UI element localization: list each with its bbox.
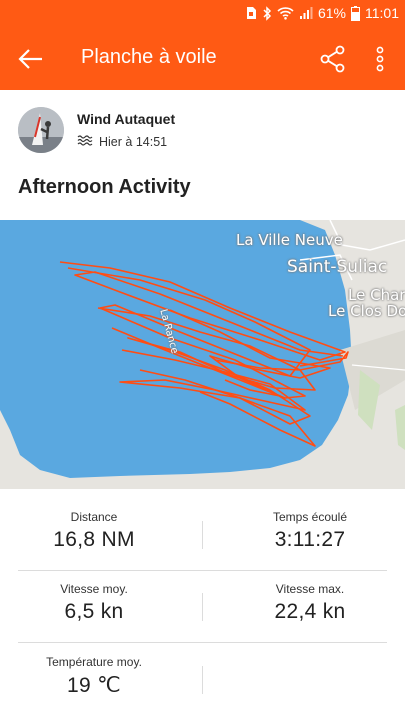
stat-value: 16,8 NM	[53, 528, 135, 551]
status-icons: 61% 11:01	[245, 5, 399, 21]
stat-label: Distance	[70, 510, 118, 524]
stat-value: 22,4 kn	[274, 600, 346, 623]
stats-panel: Distance 16,8 NM Temps écoulé 3:11:27 Vi…	[0, 489, 405, 720]
activity-header: Wind Autaquet Hier à 14:51 Afternoon Act…	[0, 90, 405, 220]
share-icon[interactable]	[317, 43, 349, 75]
map-label-saint-suliac: Saint-Suliac	[287, 257, 388, 277]
stat-value: 3:11:27	[274, 528, 346, 551]
more-vert-icon[interactable]	[368, 43, 392, 75]
stat-label: Température moy.	[46, 655, 142, 669]
map-label-le-clos-do: Le Clos Do	[328, 302, 405, 320]
battery-percent: 61%	[317, 5, 346, 21]
windsurf-waves-icon	[77, 134, 93, 149]
avatar[interactable]	[18, 107, 64, 153]
wifi-icon	[277, 6, 294, 20]
bluetooth-icon	[262, 5, 272, 21]
stat-label: Temps écoulé	[272, 510, 348, 524]
activity-map[interactable]: La Ville Neuve Saint-Suliac Le Char Le C…	[0, 220, 405, 489]
divider	[202, 666, 203, 694]
back-arrow-icon[interactable]	[14, 42, 48, 76]
sim-icon	[245, 6, 257, 20]
activity-time: Hier à 14:51	[99, 134, 168, 149]
stat-value: 6,5 kn	[64, 600, 124, 623]
divider	[202, 521, 203, 549]
signal-icon	[299, 6, 313, 20]
divider	[18, 642, 387, 643]
divider	[18, 570, 387, 571]
app-bar: Planche à voile	[0, 28, 405, 90]
stat-label: Vitesse moy.	[60, 582, 128, 596]
stat-distance: Distance 16,8 NM	[0, 510, 194, 552]
clock: 11:01	[365, 5, 399, 21]
stat-avg-speed: Vitesse moy. 6,5 kn	[0, 582, 194, 624]
stat-max-speed: Vitesse max. 22,4 kn	[210, 582, 405, 624]
stat-avg-temperature: Température moy. 19 ℃	[0, 655, 194, 698]
map-label-la-ville-neuve: La Ville Neuve	[236, 231, 343, 249]
activity-title: Afternoon Activity	[18, 176, 191, 198]
status-bar: 61% 11:01	[0, 0, 405, 28]
stat-value: 19 ℃	[67, 674, 121, 697]
battery-icon	[351, 5, 360, 21]
athlete-name[interactable]: Wind Autaquet	[77, 111, 175, 127]
activity-meta: Hier à 14:51	[77, 134, 167, 149]
divider	[202, 593, 203, 621]
stat-label: Vitesse max.	[275, 582, 345, 596]
page-title: Planche à voile	[81, 46, 217, 68]
stat-elapsed-time: Temps écoulé 3:11:27	[210, 510, 405, 552]
